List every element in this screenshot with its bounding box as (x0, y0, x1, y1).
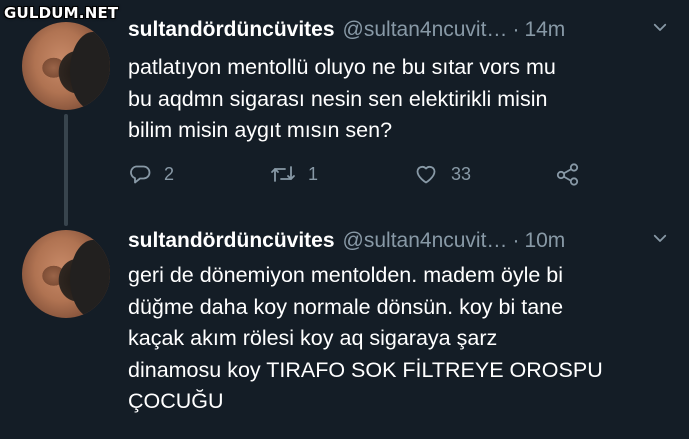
chevron-down-icon[interactable] (651, 229, 669, 253)
tweet-text-line: geri de dönemiyon mentolden. madem öyle … (128, 263, 564, 287)
like-button[interactable]: 33 (413, 162, 471, 186)
tweet-text-line: bilim misin aygıt mısın sen? (128, 118, 393, 142)
reply-button[interactable]: 2 (128, 162, 174, 186)
tweet-header: sultandördüncüvites @sultan4ncuvit… · 10… (128, 226, 669, 256)
tweet-actions: 2 1 33 (128, 162, 598, 194)
retweet-button[interactable]: 1 (270, 162, 318, 186)
like-count: 33 (451, 163, 472, 184)
tweet-text: patlatıyon mentollü oluyo ne bu sıtar vo… (128, 52, 673, 147)
avatar[interactable] (22, 22, 110, 110)
timestamp[interactable]: 10m (524, 229, 565, 253)
reply-icon (128, 162, 152, 186)
share-icon (555, 162, 581, 186)
username-handle[interactable]: @sultan4ncuvit… (343, 229, 508, 253)
retweet-icon (270, 162, 296, 186)
heart-icon (413, 162, 439, 186)
tweet-thread-screenshot: GULDUM.NET sultandördüncüvites @sultan4n… (0, 0, 689, 439)
avatar[interactable] (22, 230, 110, 318)
tweet-text-line: bu aqdmn sigarası nesin sen elektirikli … (128, 86, 548, 111)
tweet[interactable]: sultandördüncüvites @sultan4ncuvit… · 14… (0, 0, 689, 226)
tweet-text-line: kaçak akım rölesi koy aq sigaraya şarz (128, 326, 498, 350)
tweet-text-line: ÇOCUĞU (128, 389, 224, 413)
tweet-text-line: düğme daha koy normale dönsün. koy bi ta… (128, 294, 564, 319)
username-handle[interactable]: @sultan4ncuvit… (343, 18, 508, 42)
reply-count: 2 (164, 163, 175, 184)
display-name[interactable]: sultandördüncüvites (128, 18, 335, 42)
share-button[interactable] (555, 162, 581, 186)
display-name[interactable]: sultandördüncüvites (128, 229, 335, 253)
retweet-count: 1 (308, 163, 319, 184)
tweet-header: sultandördüncüvites @sultan4ncuvit… · 14… (128, 15, 669, 45)
tweet-text-line: patlatıyon mentollü oluyo ne bu sıtar vo… (128, 55, 556, 79)
tweet-text: geri de dönemiyon mentolden. madem öyle … (128, 260, 673, 418)
tweet-text-line: dinamosu koy TIRAFO SOK FİLTREYE OROSPU (128, 357, 603, 382)
tweet[interactable]: sultandördüncüvites @sultan4ncuvit… · 10… (0, 210, 689, 439)
timestamp[interactable]: 14m (524, 18, 565, 42)
separator-dot: · (512, 18, 520, 41)
separator-dot: · (512, 229, 520, 252)
chevron-down-icon[interactable] (651, 18, 669, 42)
watermark-logo: GULDUM.NET (4, 4, 119, 22)
